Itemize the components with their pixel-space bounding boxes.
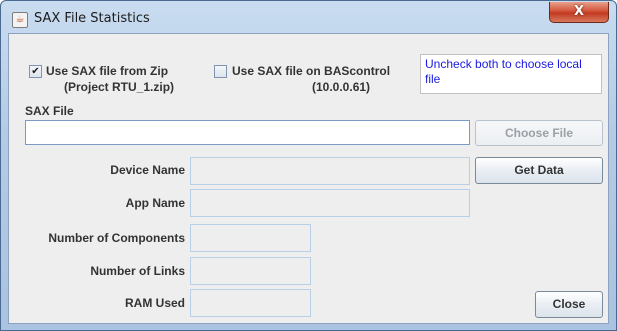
links-label: Number of Links	[90, 264, 185, 278]
device-name-field	[190, 157, 470, 185]
dialog-content: ✔ Use SAX file from Zip (Project RTU_1.z…	[8, 33, 609, 324]
close-button[interactable]: Close	[535, 291, 603, 318]
app-name-row: App Name	[9, 189, 185, 217]
choose-file-button[interactable]: Choose File	[475, 120, 603, 146]
components-field	[190, 224, 311, 252]
window-title: SAX File Statistics	[34, 11, 150, 26]
zip-filename-label: (Project RTU_1.zip)	[64, 80, 175, 94]
links-row: Number of Links	[9, 257, 185, 285]
use-bascontrol-label[interactable]: Use SAX file on BAScontrol	[232, 64, 390, 78]
device-name-label: Device Name	[110, 163, 185, 177]
components-row: Number of Components	[9, 224, 185, 252]
app-name-field	[190, 189, 470, 217]
app-name-label: App Name	[125, 196, 185, 210]
use-bascontrol-checkbox[interactable]	[214, 65, 227, 78]
use-zip-checkbox[interactable]: ✔	[29, 65, 42, 78]
dialog-window: ☕ SAX File Statistics X ✔ Use SAX file f…	[0, 0, 617, 331]
device-name-row: Device Name	[9, 157, 185, 185]
links-field	[190, 257, 311, 285]
sax-file-input[interactable]	[25, 120, 470, 145]
ram-used-field	[190, 289, 311, 317]
bascontrol-address-label: (10.0.0.61)	[312, 80, 371, 94]
title-bar[interactable]: ☕ SAX File Statistics X	[1, 1, 616, 34]
components-label: Number of Components	[48, 231, 185, 245]
sax-file-label: SAX File	[25, 104, 74, 118]
java-cup-icon: ☕	[12, 12, 28, 28]
ram-used-row: RAM Used	[9, 289, 185, 317]
ram-used-label: RAM Used	[124, 296, 185, 310]
get-data-button[interactable]: Get Data	[475, 157, 603, 184]
window-close-button[interactable]: X	[549, 2, 609, 23]
use-zip-label[interactable]: Use SAX file from Zip	[46, 64, 168, 78]
instruction-note: Uncheck both to choose local file	[420, 54, 602, 94]
